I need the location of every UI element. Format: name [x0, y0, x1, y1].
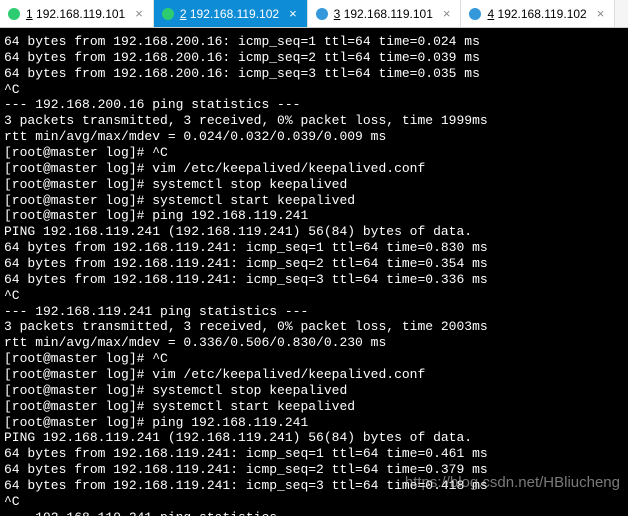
terminal-line: [root@master log]# systemctl start keepa…	[4, 399, 624, 415]
terminal-line: [root@master log]# ^C	[4, 145, 624, 161]
terminal-line: [root@master log]# systemctl start keepa…	[4, 193, 624, 209]
terminal-line: ^C	[4, 82, 624, 98]
tab-session-3[interactable]: 3 192.168.119.101 ×	[308, 0, 462, 27]
tab-session-1[interactable]: 1 192.168.119.101 ×	[0, 0, 154, 27]
terminal-pane[interactable]: 64 bytes from 192.168.200.16: icmp_seq=1…	[0, 28, 628, 516]
status-dot-icon	[162, 8, 174, 20]
tab-bar: 1 192.168.119.101 × 2 192.168.119.102 × …	[0, 0, 628, 28]
terminal-line: 64 bytes from 192.168.119.241: icmp_seq=…	[4, 272, 624, 288]
terminal-line: [root@master log]# ping 192.168.119.241	[4, 208, 624, 224]
terminal-line: [root@master log]# vim /etc/keepalived/k…	[4, 367, 624, 383]
status-dot-icon	[469, 8, 481, 20]
terminal-line: 64 bytes from 192.168.119.241: icmp_seq=…	[4, 462, 624, 478]
terminal-line: 3 packets transmitted, 3 received, 0% pa…	[4, 319, 624, 335]
terminal-line: 64 bytes from 192.168.119.241: icmp_seq=…	[4, 256, 624, 272]
terminal-line: PING 192.168.119.241 (192.168.119.241) 5…	[4, 430, 624, 446]
terminal-line: ^C	[4, 288, 624, 304]
terminal-line: 64 bytes from 192.168.200.16: icmp_seq=1…	[4, 34, 624, 50]
terminal-line: --- 192.168.200.16 ping statistics ---	[4, 97, 624, 113]
close-icon[interactable]: ×	[597, 6, 605, 21]
close-icon[interactable]: ×	[289, 6, 297, 21]
terminal-line: 64 bytes from 192.168.119.241: icmp_seq=…	[4, 478, 624, 494]
terminal-line: [root@master log]# vim /etc/keepalived/k…	[4, 161, 624, 177]
terminal-line: [root@master log]# systemctl stop keepal…	[4, 383, 624, 399]
terminal-line: --- 192.168.119.241 ping statistics ---	[4, 510, 624, 516]
terminal-line: ^C	[4, 494, 624, 510]
terminal-line: rtt min/avg/max/mdev = 0.024/0.032/0.039…	[4, 129, 624, 145]
terminal-line: rtt min/avg/max/mdev = 0.336/0.506/0.830…	[4, 335, 624, 351]
terminal-line: PING 192.168.119.241 (192.168.119.241) 5…	[4, 224, 624, 240]
terminal-line: [root@master log]# ping 192.168.119.241	[4, 415, 624, 431]
terminal-line: 64 bytes from 192.168.119.241: icmp_seq=…	[4, 446, 624, 462]
status-dot-icon	[8, 8, 20, 20]
terminal-line: 64 bytes from 192.168.200.16: icmp_seq=2…	[4, 50, 624, 66]
terminal-line: [root@master log]# ^C	[4, 351, 624, 367]
close-icon[interactable]: ×	[443, 6, 451, 21]
terminal-line: 64 bytes from 192.168.200.16: icmp_seq=3…	[4, 66, 624, 82]
tab-label: 4 192.168.119.102	[487, 7, 586, 21]
terminal-line: [root@master log]# systemctl stop keepal…	[4, 177, 624, 193]
close-icon[interactable]: ×	[135, 6, 143, 21]
terminal-line: --- 192.168.119.241 ping statistics ---	[4, 304, 624, 320]
tab-session-4[interactable]: 4 192.168.119.102 ×	[461, 0, 615, 27]
tab-label: 2 192.168.119.102	[180, 7, 279, 21]
tab-label: 1 192.168.119.101	[26, 7, 125, 21]
tab-label: 3 192.168.119.101	[334, 7, 433, 21]
terminal-line: 64 bytes from 192.168.119.241: icmp_seq=…	[4, 240, 624, 256]
tab-session-2[interactable]: 2 192.168.119.102 ×	[154, 0, 308, 27]
status-dot-icon	[316, 8, 328, 20]
terminal-line: 3 packets transmitted, 3 received, 0% pa…	[4, 113, 624, 129]
